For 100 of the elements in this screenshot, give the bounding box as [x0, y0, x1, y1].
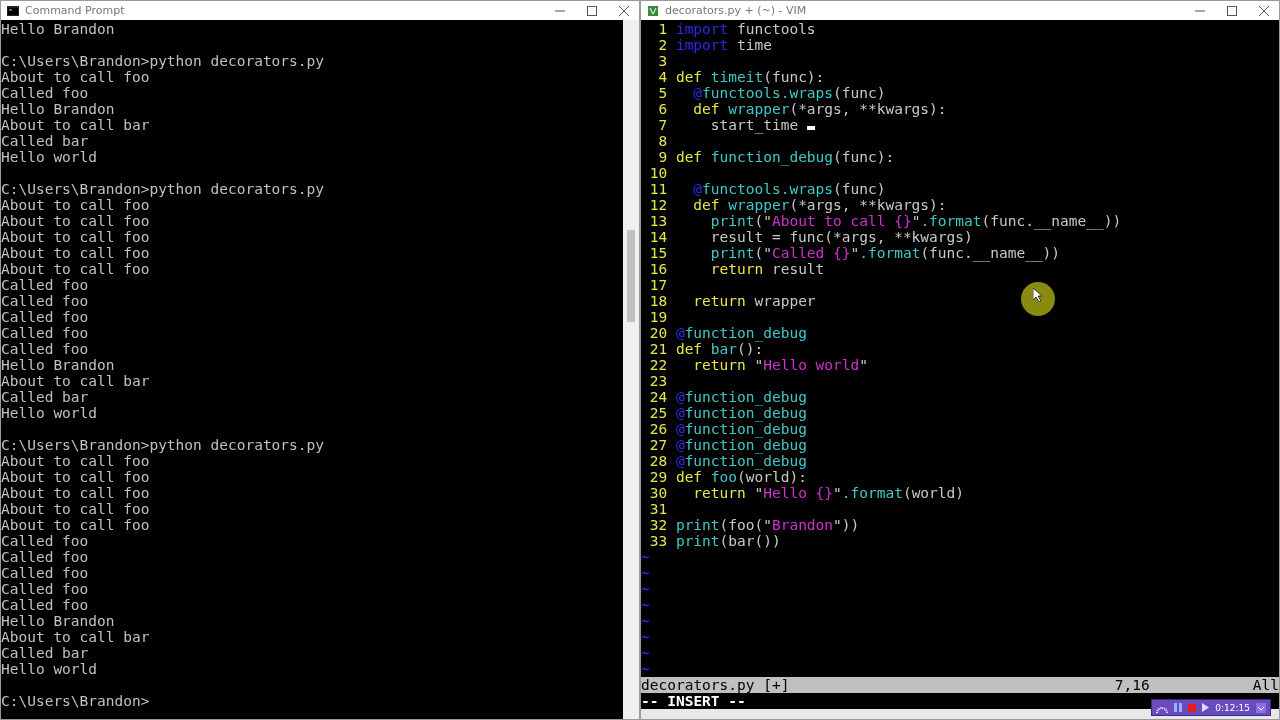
console-line: About to call foo: [1, 453, 150, 469]
maximize-icon[interactable]: [1227, 5, 1237, 16]
console-line: About to call foo: [1, 517, 150, 533]
code-line: print(bar()): [675, 533, 781, 549]
cursor-highlight: [1021, 282, 1055, 316]
line-number: 1: [657, 21, 668, 37]
cursor-position: 7,16: [1114, 677, 1151, 693]
close-icon[interactable]: [619, 5, 629, 16]
line-number: 29: [648, 469, 668, 485]
console-line: About to call foo: [1, 469, 150, 485]
line-number: 11: [648, 181, 668, 197]
window-title: decorators.py + (~) - VIM: [665, 4, 808, 17]
console-line: Called foo: [1, 549, 89, 565]
empty-line-marker: ~: [641, 629, 650, 645]
console-line: Called foo: [1, 565, 89, 581]
window-title: Command Prompt: [25, 4, 126, 17]
code-line: def wrapper(*args, **kwargs):: [692, 197, 947, 213]
code-line: return "Hello world": [692, 357, 868, 373]
code-line: import functools: [675, 21, 816, 37]
scroll-position: All: [1252, 677, 1279, 693]
console-line: Called foo: [1, 341, 89, 357]
empty-line-marker: ~: [641, 581, 650, 597]
line-number: 3: [657, 53, 668, 69]
line-number: 12: [648, 197, 668, 213]
code-line: return "Hello {}".format(world): [692, 485, 964, 501]
line-number: 20: [648, 325, 668, 341]
empty-line-marker: ~: [641, 645, 650, 661]
console-line: Called bar: [1, 133, 89, 149]
console-line: Called foo: [1, 85, 89, 101]
console-line: Hello world: [1, 661, 98, 677]
console-line: Hello Brandon: [1, 357, 115, 373]
code-line: @function_debug: [675, 405, 807, 421]
code-line: return result: [709, 261, 825, 277]
scrollbar[interactable]: [623, 20, 639, 719]
code-line: def function_debug(func):: [675, 149, 895, 165]
code-line: import time: [675, 37, 772, 53]
line-number: 23: [648, 373, 668, 389]
empty-line-marker: ~: [641, 613, 650, 629]
console-line: C:\Users\Brandon>python decorators.py: [1, 181, 324, 197]
console-line: Called bar: [1, 389, 89, 405]
code-line: def timeit(func):: [675, 69, 825, 85]
play-icon[interactable]: [1202, 703, 1210, 712]
code-line: @function_debug: [675, 325, 807, 341]
console-line: Called bar: [1, 645, 89, 661]
console-line: Called foo: [1, 597, 89, 613]
line-number: 15: [648, 245, 668, 261]
line-number: 24: [648, 389, 668, 405]
code-line: def foo(world):: [675, 469, 807, 485]
console-line: Hello Brandon: [1, 21, 115, 37]
line-number: 30: [648, 485, 668, 501]
console-line: About to call foo: [1, 261, 150, 277]
terminal-icon: [7, 5, 19, 16]
line-number: 14: [648, 229, 668, 245]
console-line: Hello Brandon: [1, 613, 115, 629]
line-number: 5: [657, 85, 668, 101]
console-line: Called foo: [1, 581, 89, 597]
line-number: 4: [657, 69, 668, 85]
console-line: About to call foo: [1, 213, 150, 229]
empty-line-marker: ~: [641, 661, 650, 677]
line-number: 13: [648, 213, 668, 229]
code-line: @function_debug: [675, 453, 807, 469]
code-line: print("Called {}".format(func.__name__)): [709, 245, 1061, 261]
code-line: def wrapper(*args, **kwargs):: [692, 101, 947, 117]
code-line: return wrapper: [692, 293, 816, 309]
line-number: 6: [657, 101, 668, 117]
console-line: About to call foo: [1, 485, 150, 501]
vim-icon: [647, 4, 659, 17]
mode-indicator: -- INSERT --: [641, 693, 746, 709]
file-name: decorators.py [+]: [641, 677, 791, 693]
line-number: 26: [648, 421, 668, 437]
pause-icon[interactable]: [1174, 703, 1183, 712]
code-line: def bar():: [675, 341, 764, 357]
empty-line-marker: ~: [641, 597, 650, 613]
line-number: 22: [648, 357, 668, 373]
close-icon[interactable]: [1259, 5, 1269, 16]
console-line: Called foo: [1, 309, 89, 325]
console-line: C:\Users\Brandon>python decorators.py: [1, 437, 324, 453]
console-line: About to call foo: [1, 245, 150, 261]
console-line: About to call foo: [1, 229, 150, 245]
console-line: About to call bar: [1, 373, 150, 389]
code-line: start_time: [709, 117, 800, 133]
line-number: 17: [648, 277, 668, 293]
maximize-icon[interactable]: [587, 5, 597, 16]
console-line: Hello world: [1, 405, 98, 421]
console-line: C:\Users\Brandon>python decorators.py: [1, 53, 324, 69]
console-line: Called foo: [1, 277, 89, 293]
console-line: Called foo: [1, 533, 89, 549]
line-number: 16: [648, 261, 668, 277]
console-line: C:\Users\Brandon>: [1, 693, 150, 709]
console-line: About to call foo: [1, 501, 150, 517]
code-line: @functools.wraps(func): [692, 85, 886, 101]
line-number: 31: [648, 501, 668, 517]
line-number: 18: [648, 293, 668, 309]
code-line: result = func(*args, **kwargs): [709, 229, 973, 245]
console-line: About to call bar: [1, 629, 150, 645]
console-line: About to call foo: [1, 69, 150, 85]
line-number: 2: [657, 37, 668, 53]
console-line: About to call foo: [1, 197, 150, 213]
dropdown-icon[interactable]: [1256, 702, 1266, 713]
code-line: @function_debug: [675, 437, 807, 453]
